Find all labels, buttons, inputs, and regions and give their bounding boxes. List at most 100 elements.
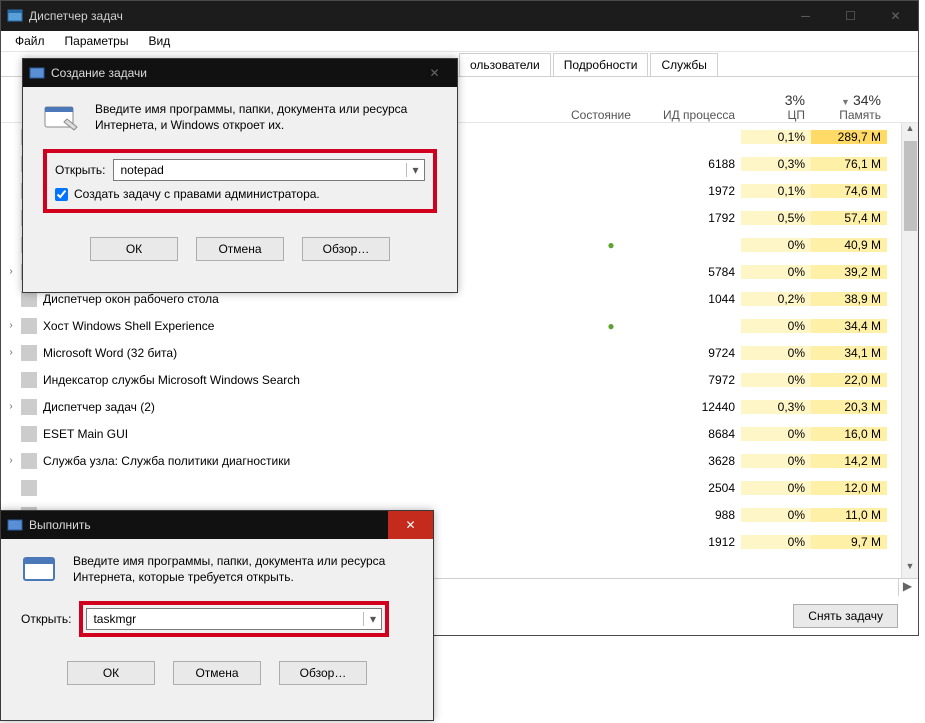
process-icon — [21, 426, 37, 442]
header-pid[interactable]: ИД процесса — [651, 108, 741, 122]
cell-state: ● — [571, 319, 651, 333]
cell-memory: 38,9 М — [811, 292, 887, 306]
cell-memory: 76,1 М — [811, 157, 887, 171]
menu-view[interactable]: Вид — [138, 32, 180, 50]
cell-pid: 3628 — [651, 454, 741, 468]
table-row[interactable]: Индексатор службы Microsoft Windows Sear… — [1, 366, 918, 393]
chevron-down-icon[interactable]: ▾ — [363, 612, 381, 626]
run-close-button[interactable]: ✕ — [388, 511, 433, 539]
cell-memory: 34,1 М — [811, 346, 887, 360]
admin-checkbox[interactable] — [55, 188, 68, 201]
run-combobox[interactable]: ▾ — [86, 608, 382, 630]
cell-memory: 11,0 М — [811, 508, 887, 522]
cell-memory: 12,0 М — [811, 481, 887, 495]
header-state[interactable]: Состояние — [571, 108, 651, 122]
process-name: Диспетчер задач (2) — [43, 400, 155, 414]
expand-chevron-icon[interactable]: › — [1, 266, 21, 277]
cell-cpu: 0,3% — [741, 157, 811, 171]
menu-options[interactable]: Параметры — [55, 32, 139, 50]
cell-cpu: 0% — [741, 319, 811, 333]
cell-memory: 9,7 М — [811, 535, 887, 549]
process-name: Microsoft Word (32 бита) — [43, 346, 177, 360]
cell-cpu: 0,1% — [741, 130, 811, 144]
cell-cpu: 0% — [741, 346, 811, 360]
cell-cpu: 0% — [741, 427, 811, 441]
cell-pid: 12440 — [651, 400, 741, 414]
vertical-scrollbar[interactable]: ▲▼ — [901, 123, 918, 578]
browse-button[interactable]: Обзор… — [302, 237, 390, 261]
minimize-button[interactable]: ─ — [783, 1, 828, 31]
menu-file[interactable]: Файл — [5, 32, 55, 50]
run-app-icon — [43, 101, 79, 133]
highlight-box: Открыть: ▾ Создать задачу с правами адми… — [43, 149, 437, 213]
cell-cpu: 0,2% — [741, 292, 811, 306]
process-name: Диспетчер окон рабочего стола — [43, 292, 219, 306]
create-task-close-button[interactable]: ✕ — [412, 59, 457, 87]
run-title: Выполнить — [29, 518, 388, 532]
chevron-down-icon[interactable]: ▾ — [406, 163, 424, 177]
cell-memory: 16,0 М — [811, 427, 887, 441]
process-icon — [21, 318, 37, 334]
table-row[interactable]: ›Microsoft Word (32 бита)97240%34,1 М — [1, 339, 918, 366]
process-icon — [21, 480, 37, 496]
table-row[interactable]: 25040%12,0 М — [1, 474, 918, 501]
cell-pid: 5784 — [651, 265, 741, 279]
expand-chevron-icon[interactable]: › — [1, 347, 21, 358]
tab-users[interactable]: ользователи — [459, 53, 551, 76]
cell-pid: 1912 — [651, 535, 741, 549]
run-app-icon — [21, 553, 57, 585]
create-task-titlebar[interactable]: Создание задачи ✕ — [23, 59, 457, 87]
cell-memory: 39,2 М — [811, 265, 887, 279]
cell-cpu: 0% — [741, 265, 811, 279]
run-titlebar[interactable]: Выполнить ✕ — [1, 511, 433, 539]
run-browse-button[interactable]: Обзор… — [279, 661, 367, 685]
taskmanager-titlebar[interactable]: Диспетчер задач ─ ☐ ✕ — [1, 1, 918, 31]
process-name: Хост Windows Shell Experience — [43, 319, 214, 333]
header-memory[interactable]: 34%Память — [811, 92, 887, 122]
create-task-dialog: Создание задачи ✕ Введите имя программы,… — [22, 58, 458, 293]
window-title: Диспетчер задач — [29, 9, 783, 23]
expand-chevron-icon[interactable]: › — [1, 320, 21, 331]
cell-cpu: 0% — [741, 508, 811, 522]
process-icon — [21, 399, 37, 415]
open-input[interactable] — [114, 163, 406, 177]
cell-cpu: 0,1% — [741, 184, 811, 198]
header-cpu[interactable]: 3%ЦП — [741, 92, 811, 122]
cell-pid: 1972 — [651, 184, 741, 198]
table-row[interactable]: ESET Main GUI86840%16,0 М — [1, 420, 918, 447]
cell-pid: 7972 — [651, 373, 741, 387]
maximize-button[interactable]: ☐ — [828, 1, 873, 31]
tab-details[interactable]: Подробности — [553, 53, 649, 76]
cell-memory: 20,3 М — [811, 400, 887, 414]
create-task-description: Введите имя программы, папки, документа … — [95, 101, 437, 133]
cell-memory: 289,7 М — [811, 130, 887, 144]
cell-pid: 8684 — [651, 427, 741, 441]
open-combobox[interactable]: ▾ — [113, 159, 425, 181]
expand-chevron-icon[interactable]: › — [1, 455, 21, 466]
cell-cpu: 0% — [741, 481, 811, 495]
close-button[interactable]: ✕ — [873, 1, 918, 31]
table-row[interactable]: › Хост Windows Shell Experience ● 0%34,4 М — [1, 312, 918, 339]
ok-button[interactable]: ОК — [90, 237, 178, 261]
tab-services[interactable]: Службы — [650, 53, 717, 76]
end-task-button[interactable]: Снять задачу — [793, 604, 898, 628]
cell-pid: 2504 — [651, 481, 741, 495]
run-ok-button[interactable]: ОК — [67, 661, 155, 685]
process-icon — [21, 372, 37, 388]
run-description: Введите имя программы, папки, документа … — [73, 553, 413, 585]
cell-memory: 74,6 М — [811, 184, 887, 198]
run-cancel-button[interactable]: Отмена — [173, 661, 261, 685]
table-row[interactable]: › Служба узла: Служба политики диагностик… — [1, 447, 918, 474]
open-label: Открыть: — [55, 163, 105, 177]
cancel-button[interactable]: Отмена — [196, 237, 284, 261]
cell-cpu: 0,5% — [741, 211, 811, 225]
process-name: Служба узла: Служба политики диагностики — [43, 454, 290, 468]
run-input[interactable] — [87, 612, 363, 626]
expand-chevron-icon[interactable]: › — [1, 401, 21, 412]
cell-memory: 22,0 М — [811, 373, 887, 387]
cell-state: ● — [571, 238, 651, 252]
cell-cpu: 0% — [741, 238, 811, 252]
cell-memory: 34,4 М — [811, 319, 887, 333]
table-row[interactable]: ›Диспетчер задач (2)124400,3%20,3 М — [1, 393, 918, 420]
admin-label: Создать задачу с правами администратора. — [74, 187, 320, 201]
